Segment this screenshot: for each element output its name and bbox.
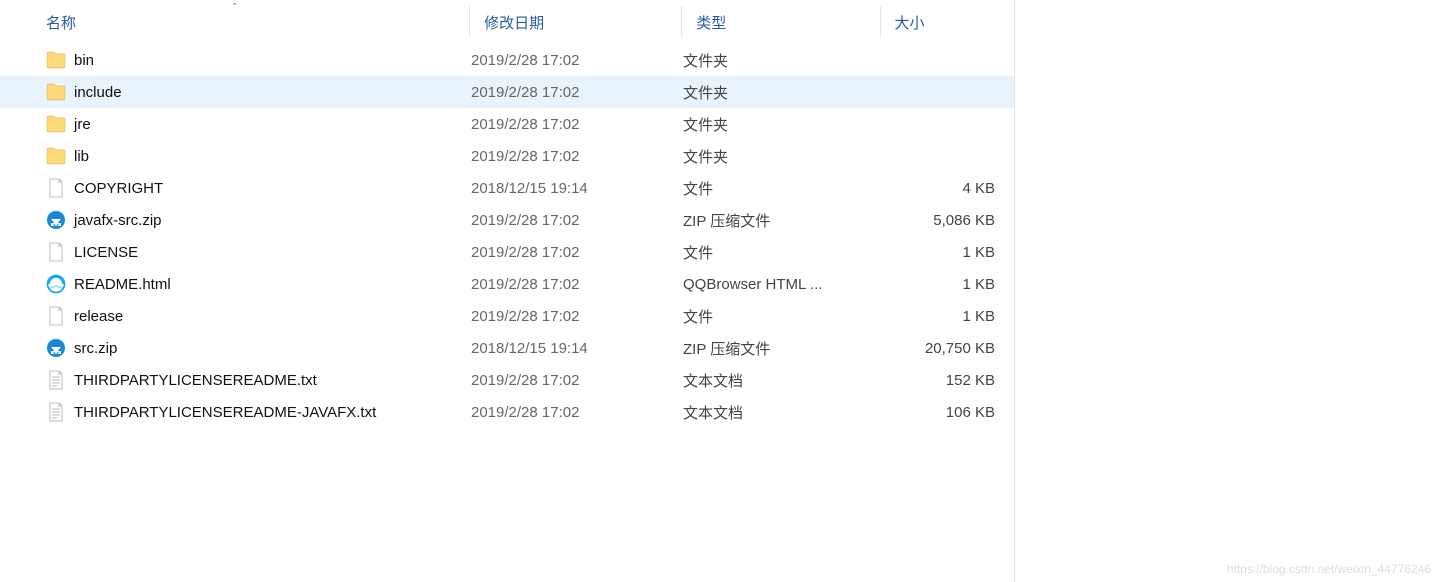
file-date: 2019/2/28 17:02 xyxy=(471,372,683,389)
file-row[interactable]: COPYRIGHT 2018/12/15 19:14文件4 KB xyxy=(0,172,1014,204)
file-type: 文件 xyxy=(683,178,881,199)
file-date: 2019/2/28 17:02 xyxy=(471,84,683,101)
file-size: 4 KB xyxy=(881,180,1001,197)
file-name: include xyxy=(74,84,122,101)
txt-icon xyxy=(46,402,66,422)
column-header-type[interactable]: 类型 xyxy=(682,0,879,44)
txt-icon xyxy=(46,370,66,390)
folder-icon xyxy=(46,114,66,134)
file-type: 文件夹 xyxy=(683,146,881,167)
file-type: 文本文档 xyxy=(683,402,881,423)
html-icon xyxy=(46,274,66,294)
file-size: 1 KB xyxy=(881,276,1001,293)
file-size: 5,086 KB xyxy=(881,212,1001,229)
file-type: ZIP 压缩文件 xyxy=(683,338,881,359)
file-name-cell: release xyxy=(46,306,471,326)
file-type: 文件夹 xyxy=(683,114,881,135)
file-icon xyxy=(46,242,66,262)
file-type: QQBrowser HTML ... xyxy=(683,276,881,293)
file-name-cell: javafx-src.zip xyxy=(46,210,471,230)
file-name: LICENSE xyxy=(74,244,138,261)
file-date: 2019/2/28 17:02 xyxy=(471,148,683,165)
file-name-cell: COPYRIGHT xyxy=(46,178,471,198)
file-date: 2019/2/28 17:02 xyxy=(471,116,683,133)
file-date: 2019/2/28 17:02 xyxy=(471,52,683,69)
file-list: bin2019/2/28 17:02文件夹include2019/2/28 17… xyxy=(0,44,1014,428)
column-header-size[interactable]: 大小 xyxy=(881,0,1015,44)
file-type: ZIP 压缩文件 xyxy=(683,210,881,231)
file-type: 文件夹 xyxy=(683,50,881,71)
file-name-cell: src.zip xyxy=(46,338,471,358)
file-name: COPYRIGHT xyxy=(74,180,163,197)
file-row[interactable]: README.html 2019/2/28 17:02QQBrowser HTML… xyxy=(0,268,1014,300)
file-row[interactable]: bin 2019/2/28 17:02文件夹 xyxy=(0,44,1014,76)
file-name: javafx-src.zip xyxy=(74,212,162,229)
file-date: 2019/2/28 17:02 xyxy=(471,276,683,293)
file-name-cell: THIRDPARTYLICENSEREADME-JAVAFX.txt xyxy=(46,402,471,422)
file-row[interactable]: release 2019/2/28 17:02文件1 KB xyxy=(0,300,1014,332)
file-size: 106 KB xyxy=(881,404,1001,421)
file-date: 2018/12/15 19:14 xyxy=(471,180,683,197)
file-row[interactable]: include 2019/2/28 17:02文件夹 xyxy=(0,76,1014,108)
file-type: 文本文档 xyxy=(683,370,881,391)
file-name: release xyxy=(74,308,123,325)
file-size: 1 KB xyxy=(881,244,1001,261)
file-row[interactable]: LICENSE 2019/2/28 17:02文件1 KB xyxy=(0,236,1014,268)
zip-icon xyxy=(46,210,66,230)
column-header-label: 大小 xyxy=(895,12,925,33)
file-icon xyxy=(46,306,66,326)
file-row[interactable]: src.zip 2018/12/15 19:14ZIP 压缩文件20,750 KB xyxy=(0,332,1014,364)
file-size: 20,750 KB xyxy=(881,340,1001,357)
file-row[interactable]: THIRDPARTYLICENSEREADME.txt 2019/2/28 17:… xyxy=(0,364,1014,396)
file-row[interactable]: THIRDPARTYLICENSEREADME-JAVAFX.txt 2019/2… xyxy=(0,396,1014,428)
file-name: bin xyxy=(74,52,94,69)
file-row[interactable]: jre 2019/2/28 17:02文件夹 xyxy=(0,108,1014,140)
file-name-cell: LICENSE xyxy=(46,242,471,262)
file-date: 2019/2/28 17:02 xyxy=(471,308,683,325)
file-date: 2019/2/28 17:02 xyxy=(471,404,683,421)
file-icon xyxy=(46,178,66,198)
folder-icon xyxy=(46,146,66,166)
zip-icon xyxy=(46,338,66,358)
file-name: src.zip xyxy=(74,340,117,357)
folder-icon xyxy=(46,50,66,70)
file-size: 1 KB xyxy=(881,308,1001,325)
file-size: 152 KB xyxy=(881,372,1001,389)
watermark: https://blog.csdn.net/weixin_44776246 xyxy=(1227,562,1431,576)
file-type: 文件 xyxy=(683,306,881,327)
column-header-label: 名称 xyxy=(46,12,76,33)
file-type: 文件夹 xyxy=(683,82,881,103)
file-type: 文件 xyxy=(683,242,881,263)
column-header-date[interactable]: 修改日期 xyxy=(470,0,681,44)
file-name: README.html xyxy=(74,276,171,293)
file-name-cell: lib xyxy=(46,146,471,166)
column-header-label: 修改日期 xyxy=(484,12,544,33)
file-name: THIRDPARTYLICENSEREADME.txt xyxy=(74,372,317,389)
sort-asc-icon: ˆ xyxy=(233,2,237,14)
file-name: lib xyxy=(74,148,89,165)
column-header-label: 类型 xyxy=(696,12,726,33)
column-header-name[interactable]: 名称 ˆ xyxy=(0,0,469,44)
file-name: THIRDPARTYLICENSEREADME-JAVAFX.txt xyxy=(74,404,376,421)
file-row[interactable]: javafx-src.zip 2019/2/28 17:02ZIP 压缩文件5,0… xyxy=(0,204,1014,236)
file-date: 2018/12/15 19:14 xyxy=(471,340,683,357)
file-name-cell: jre xyxy=(46,114,471,134)
file-name-cell: README.html xyxy=(46,274,471,294)
file-name: jre xyxy=(74,116,91,133)
column-header-row: 名称 ˆ 修改日期 类型 大小 xyxy=(0,0,1014,44)
file-row[interactable]: lib 2019/2/28 17:02文件夹 xyxy=(0,140,1014,172)
file-name-cell: THIRDPARTYLICENSEREADME.txt xyxy=(46,370,471,390)
folder-icon xyxy=(46,82,66,102)
file-date: 2019/2/28 17:02 xyxy=(471,244,683,261)
file-name-cell: include xyxy=(46,82,471,102)
file-date: 2019/2/28 17:02 xyxy=(471,212,683,229)
file-name-cell: bin xyxy=(46,50,471,70)
